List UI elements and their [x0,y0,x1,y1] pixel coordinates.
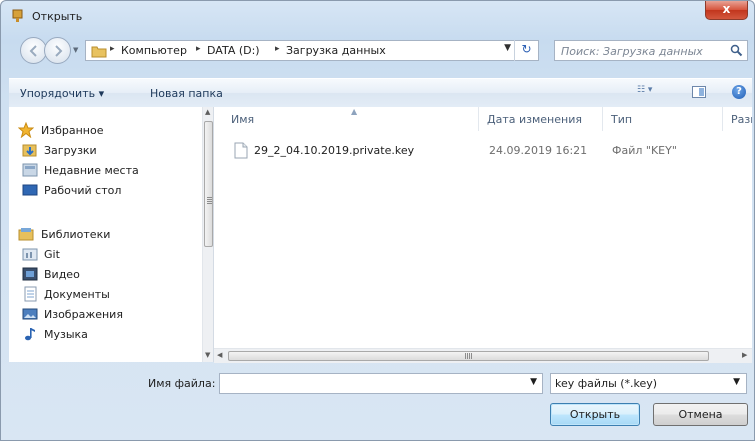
sidebar-item-label: Документы [44,288,110,301]
star-icon [18,122,34,138]
open-file-dialog: Открыть x ▼ ▸ Компьютер ▸ DATA (D:) ▸ За… [0,0,755,441]
file-list-horizontal-scrollbar[interactable]: ◀ ▶ [214,348,752,363]
sidebar-item-label: Рабочий стол [44,184,122,197]
search-box[interactable] [554,40,748,62]
scrollbar-thumb[interactable] [204,121,213,247]
help-button[interactable]: ? [732,85,746,99]
sidebar-item-label: Загрузки [44,144,97,157]
column-header-date-modified[interactable]: Дата изменения [487,113,582,126]
view-icon: ☷ ▾ [637,85,653,95]
scroll-left-arrow-icon[interactable]: ◀ [217,351,222,359]
search-icon[interactable] [730,44,743,57]
file-icon [234,142,248,159]
close-icon: x [722,2,731,16]
forward-arrow-icon [55,45,63,57]
folder-icon [91,46,107,58]
filename-combobox[interactable]: ▼ [219,373,543,395]
sidebar-item-libraries[interactable]: Библиотеки [9,224,199,244]
column-header-type[interactable]: Тип [611,113,632,126]
sidebar-item-documents[interactable]: Документы [9,284,199,304]
sidebar-item-label: Музыка [44,328,88,341]
chevron-down-icon[interactable]: ▼ [733,377,740,387]
column-divider[interactable] [722,107,723,131]
pictures-library-icon [22,308,38,320]
sidebar-item-label: Видео [44,268,80,281]
key-icon [12,9,23,22]
file-type: Файл "KEY" [612,144,677,157]
recent-pages-chevron-icon[interactable]: ▼ [73,46,78,54]
sidebar-item-downloads[interactable]: Загрузки [9,140,199,160]
breadcrumb-data-drive[interactable]: DATA (D:) [207,44,260,57]
column-header-name[interactable]: Имя [231,113,254,126]
git-library-icon [22,248,38,261]
new-folder-button[interactable]: Новая папка [150,87,223,100]
sidebar-item-label: Избранное [41,124,104,137]
file-type-filter-select[interactable]: key файлы (*.key) ▼ [550,373,747,394]
video-library-icon [22,267,38,281]
cancel-button[interactable]: Отмена [653,403,748,426]
sidebar-item-pictures[interactable]: Изображения [9,304,199,324]
sidebar-item-label: Недавние места [44,164,139,177]
chevron-down-icon[interactable]: ▼ [530,377,537,387]
recent-places-icon [22,163,38,177]
address-history-dropdown-icon[interactable]: ▼ [504,43,511,53]
libraries-icon [18,228,34,241]
scroll-up-arrow-icon[interactable]: ▲ [205,108,210,116]
column-divider[interactable] [478,107,479,131]
organize-button[interactable]: Упорядочить ▾ [20,87,104,100]
sidebar-item-recent-places[interactable]: Недавние места [9,160,199,180]
window-title: Открыть [32,10,83,23]
command-bar: Упорядочить ▾ Новая папка ☷ ▾ ? [9,78,752,108]
search-input[interactable] [555,41,731,62]
filename-label: Имя файла: [148,377,216,390]
column-divider[interactable] [602,107,603,131]
refresh-icon[interactable]: ↻ [514,40,538,61]
address-bar[interactable]: ▸ Компьютер ▸ DATA (D:) ▸ Загрузка данны… [85,40,539,61]
breadcrumb-computer[interactable]: Компьютер [121,44,187,57]
sidebar-item-video[interactable]: Видео [9,264,199,284]
file-list: ▲ Имя Дата изменения Тип Размер 29_2_04.… [214,107,752,348]
breadcrumb-current-folder[interactable]: Загрузка данных [286,44,386,57]
file-date-modified: 24.09.2019 16:21 [489,144,588,157]
documents-library-icon [24,286,37,302]
back-arrow-icon [29,45,37,57]
column-header-size[interactable]: Размер [731,113,752,126]
scrollbar-thumb[interactable] [228,351,709,361]
preview-pane-button[interactable] [692,86,706,98]
music-library-icon [25,328,35,341]
sidebar-item-git[interactable]: Git [9,244,199,264]
navigation-pane: Избранное Загрузки Недавние места Рабочи… [9,107,214,362]
scroll-right-arrow-icon[interactable]: ▶ [742,351,747,359]
back-button[interactable] [20,37,47,64]
scroll-down-arrow-icon[interactable]: ▼ [205,351,210,359]
breadcrumb-separator[interactable]: ▸ [110,44,115,54]
breadcrumb-separator[interactable]: ▸ [196,44,201,54]
desktop-icon [22,184,38,196]
forward-button[interactable] [44,37,71,64]
navigation-vertical-scrollbar[interactable]: ▲ ▼ [202,107,213,362]
sidebar-item-favorites[interactable]: Избранное [9,120,199,140]
sidebar-item-label: Git [44,248,60,261]
sidebar-item-label: Изображения [44,308,123,321]
sidebar-item-desktop[interactable]: Рабочий стол [9,180,199,200]
close-button[interactable]: x [705,1,748,20]
sort-ascending-icon: ▲ [351,107,358,116]
title-bar: Открыть x [1,1,754,31]
file-row[interactable]: 29_2_04.10.2019.private.key 24.09.2019 1… [232,140,752,160]
open-button[interactable]: Открыть [550,403,640,426]
sidebar-item-music[interactable]: Музыка [9,324,199,344]
breadcrumb-separator[interactable]: ▸ [275,44,280,54]
filename-input[interactable] [220,374,526,395]
sidebar-item-label: Библиотеки [41,228,111,241]
change-view-button[interactable]: ☷ ▾ [637,85,667,101]
file-type-filter-value: key файлы (*.key) [555,377,658,390]
downloads-folder-icon [22,144,37,157]
file-name: 29_2_04.10.2019.private.key [254,144,415,157]
